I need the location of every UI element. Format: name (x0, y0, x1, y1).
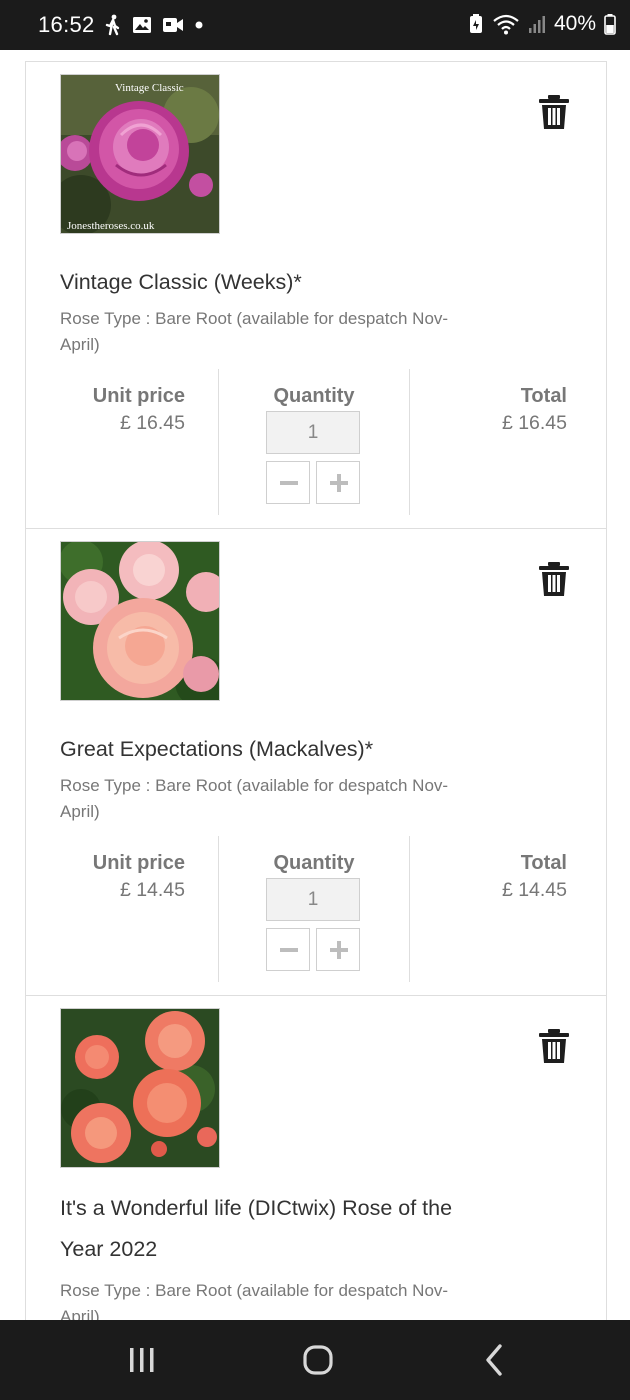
rose-type: Rose Type : Bare Root (available for des… (60, 309, 449, 354)
unit-price-column: Unit price £ 14.45 (26, 836, 218, 982)
battery-saver-icon (469, 14, 482, 33)
rose-photo-vintage-classic: Vintage Classic Jonestheroses.co.uk (61, 75, 219, 233)
minus-icon (280, 948, 298, 952)
unit-price-value: £ 16.45 (119, 412, 185, 434)
walking-icon (105, 14, 120, 36)
image-caption-bottom: Jonestheroses.co.uk (67, 220, 155, 232)
unit-price-column: Unit price £ 16.45 (26, 369, 218, 515)
cart-list: Vintage Classic Jonestheroses.co.uk Vint… (25, 61, 607, 1320)
navigation-bar (0, 1320, 630, 1400)
total-column: Total £ 14.45 (408, 836, 606, 982)
back-icon[interactable] (464, 1340, 524, 1380)
status-time: 16:52 (38, 12, 95, 37)
rose-type: Rose Type : Bare Root (available for des… (60, 776, 449, 821)
notification-icons (104, 14, 204, 36)
price-row: Unit price £ 16.45 Quantity 1 Total £ 16… (26, 369, 606, 515)
battery-icon (604, 14, 616, 35)
unit-price-label: Unit price (92, 852, 185, 874)
total-value: £ 16.45 (501, 412, 567, 434)
total-label: Total (520, 852, 567, 874)
unit-price-label: Unit price (92, 385, 185, 407)
image-icon (133, 17, 151, 33)
trash-icon[interactable] (538, 1028, 570, 1064)
quantity-field[interactable]: 1 (266, 411, 360, 454)
battery-percent: 40% (553, 12, 596, 35)
total-value: £ 14.45 (501, 879, 567, 901)
decrease-quantity-button[interactable] (266, 461, 310, 504)
quantity-label: Quantity (273, 852, 355, 874)
total-label: Total (520, 385, 567, 407)
system-icons: 40% (468, 12, 616, 36)
rose-photo-great-expectations (61, 542, 219, 700)
total-column: Total £ 16.45 (408, 369, 606, 515)
decrease-quantity-button[interactable] (266, 928, 310, 971)
increase-quantity-button[interactable] (316, 928, 360, 971)
trash-icon[interactable] (538, 561, 570, 597)
quantity-column: Quantity 1 (218, 369, 410, 515)
status-bar: 16:52 40% (0, 0, 630, 50)
quantity-column: Quantity 1 (218, 836, 410, 982)
price-row: Unit price £ 14.45 Quantity 1 Total £ 14… (26, 836, 606, 982)
rose-type: Rose Type : Bare Root (available for des… (60, 1281, 449, 1320)
cart-item: Vintage Classic Jonestheroses.co.uk Vint… (26, 62, 606, 529)
cart-content[interactable]: Vintage Classic Jonestheroses.co.uk Vint… (0, 50, 630, 1320)
rose-photo-wonderful-life (61, 1009, 219, 1167)
unit-price-value: £ 14.45 (119, 879, 185, 901)
home-icon[interactable] (288, 1340, 348, 1380)
product-title[interactable]: It's a Wonderful life (DICtwix) Rose of … (60, 1188, 500, 1270)
increase-quantity-button[interactable] (316, 461, 360, 504)
video-icon (163, 18, 183, 32)
product-image[interactable]: Vintage Classic Jonestheroses.co.uk (60, 74, 220, 234)
product-title[interactable]: Vintage Classic (Weeks)* (60, 264, 500, 300)
cart-item: Great Expectations (Mackalves)* Rose Typ… (26, 529, 606, 996)
product-title[interactable]: Great Expectations (Mackalves)* (60, 731, 500, 767)
cart-item: It's a Wonderful life (DICtwix) Rose of … (26, 996, 606, 1320)
minus-icon (280, 481, 298, 485)
quantity-field[interactable]: 1 (266, 878, 360, 921)
dot-icon (195, 21, 203, 29)
quantity-label: Quantity (273, 385, 355, 407)
product-image[interactable] (60, 541, 220, 701)
image-caption-top: Vintage Classic (115, 82, 184, 94)
product-image[interactable] (60, 1008, 220, 1168)
trash-icon[interactable] (538, 94, 570, 130)
signal-icon (528, 16, 545, 33)
recent-apps-icon[interactable] (112, 1340, 172, 1380)
wifi-icon (493, 14, 519, 35)
